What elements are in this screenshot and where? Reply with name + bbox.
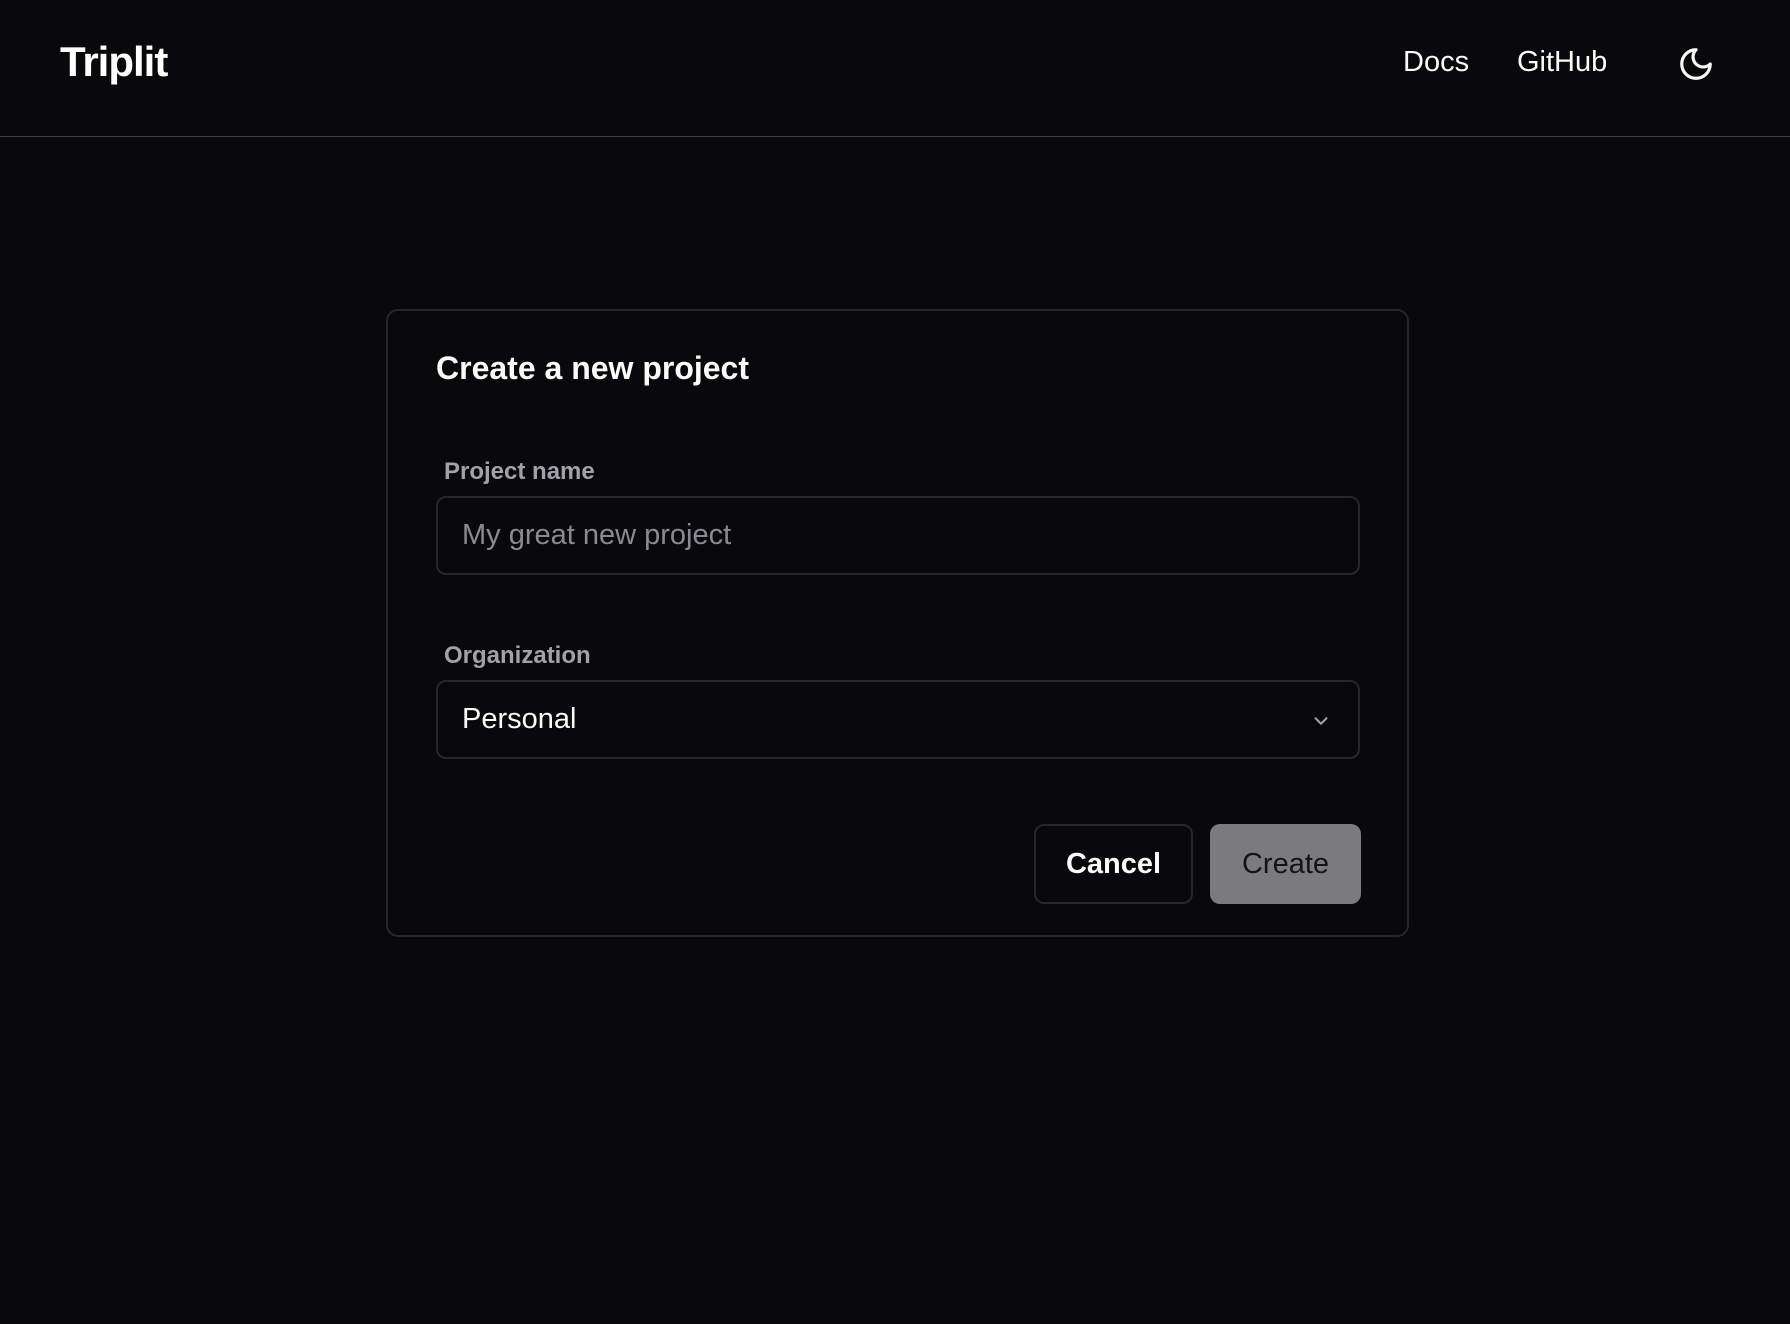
create-project-card: Create a new project Project name Organi… xyxy=(386,309,1409,937)
nav-link-docs[interactable]: Docs xyxy=(1403,46,1469,79)
theme-toggle-button[interactable] xyxy=(1676,44,1716,84)
project-name-input[interactable] xyxy=(436,496,1360,575)
nav-link-github[interactable]: GitHub xyxy=(1517,46,1607,79)
cancel-button[interactable]: Cancel xyxy=(1034,824,1193,904)
organization-select[interactable]: Personal xyxy=(436,680,1360,759)
create-button[interactable]: Create xyxy=(1210,824,1361,904)
organization-label: Organization xyxy=(444,642,591,669)
project-name-label: Project name xyxy=(444,458,595,485)
chevron-down-icon xyxy=(1314,717,1328,725)
triplit-logo[interactable]: Triplit xyxy=(60,38,168,86)
organization-selected-value: Personal xyxy=(462,703,577,735)
top-navbar: Triplit Docs GitHub xyxy=(0,0,1790,137)
dialog-title: Create a new project xyxy=(436,350,749,386)
moon-icon xyxy=(1680,48,1712,80)
